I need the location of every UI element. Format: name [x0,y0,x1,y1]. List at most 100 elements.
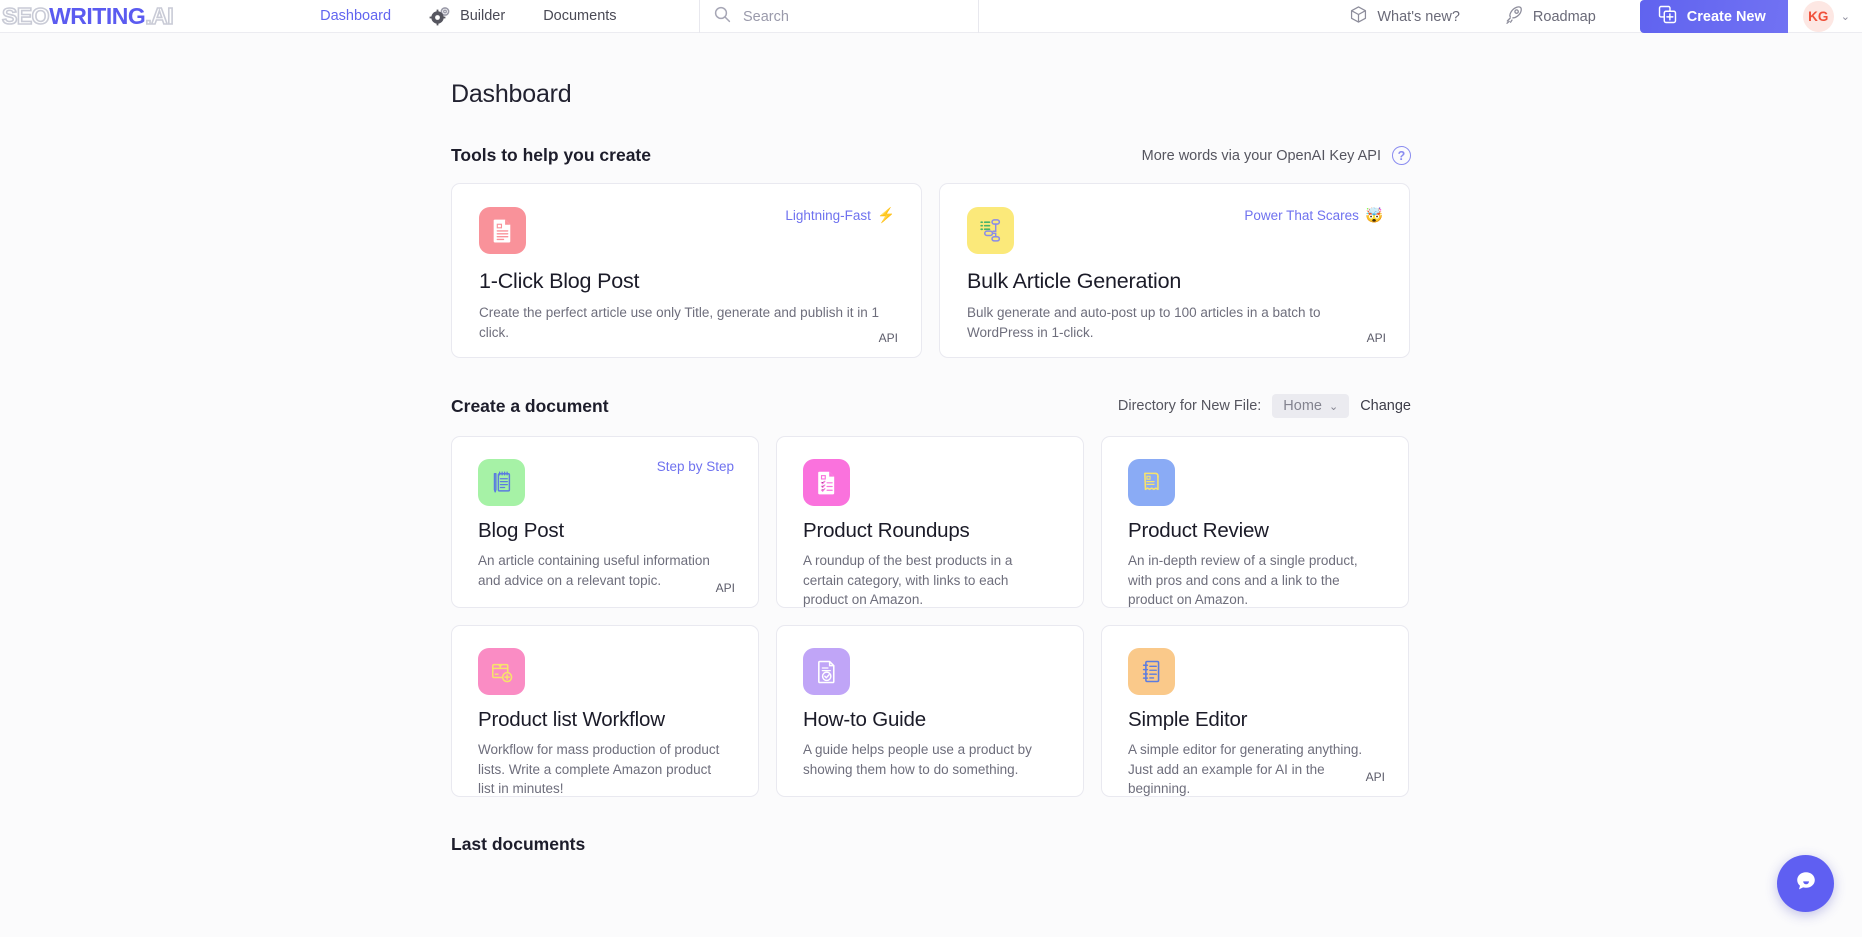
user-menu[interactable]: KG ⌄ [1788,1,1862,32]
api-tag: API [1366,770,1385,784]
exploding-head-icon: 🤯 [1365,207,1383,224]
doc-description: A roundup of the best products in a cert… [803,551,1051,610]
doc-card-top [478,648,734,695]
chevron-down-icon: ⌄ [1329,400,1338,413]
doc-description: An in-depth review of a single product, … [1128,551,1376,610]
tool-title: 1-Click Blog Post [479,269,895,294]
tool-title: Bulk Article Generation [967,269,1383,294]
doc-card-product-review[interactable]: Product Review An in-depth review of a s… [1101,436,1409,608]
app-logo[interactable]: SEOWRITING.AI [2,5,173,28]
tool-card-bulk-article-generation[interactable]: Power That Scares 🤯 Bulk Article Generat… [939,183,1410,358]
notepad-pencil-icon [478,459,525,506]
gear-icon [429,6,451,26]
tool-card-1-click-blog-post[interactable]: Lightning-Fast ⚡ 1-Click Blog Post Creat… [451,183,922,358]
avatar: KG [1803,1,1834,32]
roadmap-label: Roadmap [1533,9,1596,25]
doc-description: An article containing useful information… [478,551,726,590]
doc-card-top [1128,648,1384,695]
create-new-label: Create New [1687,9,1766,25]
chat-bubble-icon [1791,866,1821,901]
api-tag: API [879,331,898,345]
app-header: SEOWRITING.AI Dashboard [0,0,1862,33]
tools-section-header: Tools to help you create More words via … [451,145,1411,166]
nav-label-dashboard: Dashboard [320,8,391,24]
doc-title: Simple Editor [1128,708,1384,732]
workflow-icon [967,207,1014,254]
openai-key-note: More words via your OpenAI Key API ? [1142,146,1411,165]
documents-section-header: Create a document Directory for New File… [451,394,1411,418]
doc-description: A guide helps people use a product by sh… [803,740,1051,779]
directory-label: Directory for New File: [1118,398,1261,414]
doc-description: Workflow for mass production of product … [478,740,726,799]
doc-description: A simple editor for generating anything.… [1128,740,1376,799]
page-title: Dashboard [451,80,1862,109]
search-icon [714,6,731,28]
doc-card-top [803,459,1059,506]
add-square-icon [1658,5,1677,28]
doc-card-product-roundups[interactable]: Product Roundups A roundup of the best p… [776,436,1084,608]
chat-widget-button[interactable] [1777,855,1834,912]
tool-badge-label: Power That Scares [1244,208,1359,223]
tool-badge: Lightning-Fast ⚡ [785,207,895,224]
scroll-review-icon [1128,459,1175,506]
tool-card-top: Power That Scares 🤯 [967,207,1383,254]
documents-grid: Step by Step Blog Post An article contai… [451,436,1862,797]
doc-card-simple-editor[interactable]: Simple Editor A simple editor for genera… [1101,625,1409,797]
documents-section-title: Create a document [451,396,609,417]
nav-item-documents[interactable]: Documents [543,8,616,24]
tool-description: Create the perfect article use only Titl… [479,303,889,342]
openai-key-label: More words via your OpenAI Key API [1142,148,1381,164]
doc-card-top [1128,459,1384,506]
doc-card-product-list-workflow[interactable]: Product list Workflow Workflow for mass … [451,625,759,797]
logo-seo: SEO [2,5,49,28]
directory-dropdown[interactable]: Home ⌄ [1272,394,1349,418]
lightning-icon: ⚡ [877,207,895,224]
roadmap-link[interactable]: Roadmap [1504,5,1596,28]
tool-badge-label: Lightning-Fast [785,208,871,223]
doc-card-top: Step by Step [478,459,734,506]
whats-new-label: What's new? [1377,9,1460,25]
tool-description: Bulk generate and auto-post up to 100 ar… [967,303,1377,342]
tool-badge: Power That Scares 🤯 [1244,207,1383,224]
checklist-document-icon [803,459,850,506]
change-directory-link[interactable]: Change [1360,398,1411,414]
document-lines-icon [479,207,526,254]
doc-title: Product Review [1128,519,1384,543]
directory-value: Home [1283,398,1322,414]
nav-label-documents: Documents [543,8,616,24]
logo-dotai: .AI [145,5,173,28]
create-new-button[interactable]: Create New [1640,0,1788,33]
help-icon[interactable]: ? [1392,146,1411,165]
doc-card-blog-post[interactable]: Step by Step Blog Post An article contai… [451,436,759,608]
doc-badge: Step by Step [657,459,734,474]
package-add-icon [478,648,525,695]
nav-label-builder: Builder [460,8,505,24]
tool-card-top: Lightning-Fast ⚡ [479,207,895,254]
doc-card-how-to-guide[interactable]: How-to Guide A guide helps people use a … [776,625,1084,797]
notebook-lines-icon [1128,648,1175,695]
chevron-down-icon: ⌄ [1841,10,1850,23]
whats-new-link[interactable]: What's new? [1349,5,1460,28]
search-container[interactable] [699,0,979,33]
doc-title: Blog Post [478,519,734,543]
doc-title: Product list Workflow [478,708,734,732]
directory-selector-group: Directory for New File: Home ⌄ Change [1118,394,1411,418]
header-right-group: What's new? Roadmap Create [1349,0,1862,33]
doc-title: How-to Guide [803,708,1059,732]
dashboard-page: Dashboard Tools to help you create More … [0,33,1862,855]
box-icon [1349,5,1368,28]
doc-title: Product Roundups [803,519,1059,543]
rocket-icon [1504,5,1524,28]
search-input[interactable] [743,9,943,25]
document-check-icon [803,648,850,695]
last-documents-title: Last documents [451,834,1862,855]
logo-writing: WRITING [49,5,145,28]
nav-item-builder[interactable]: Builder [429,6,505,26]
nav-item-dashboard[interactable]: Dashboard [320,8,391,24]
doc-card-top [803,648,1059,695]
tools-grid: Lightning-Fast ⚡ 1-Click Blog Post Creat… [451,183,1862,358]
main-nav: Dashboard [320,6,654,26]
api-tag: API [716,581,735,595]
api-tag: API [1367,331,1386,345]
tools-section-title: Tools to help you create [451,145,651,166]
